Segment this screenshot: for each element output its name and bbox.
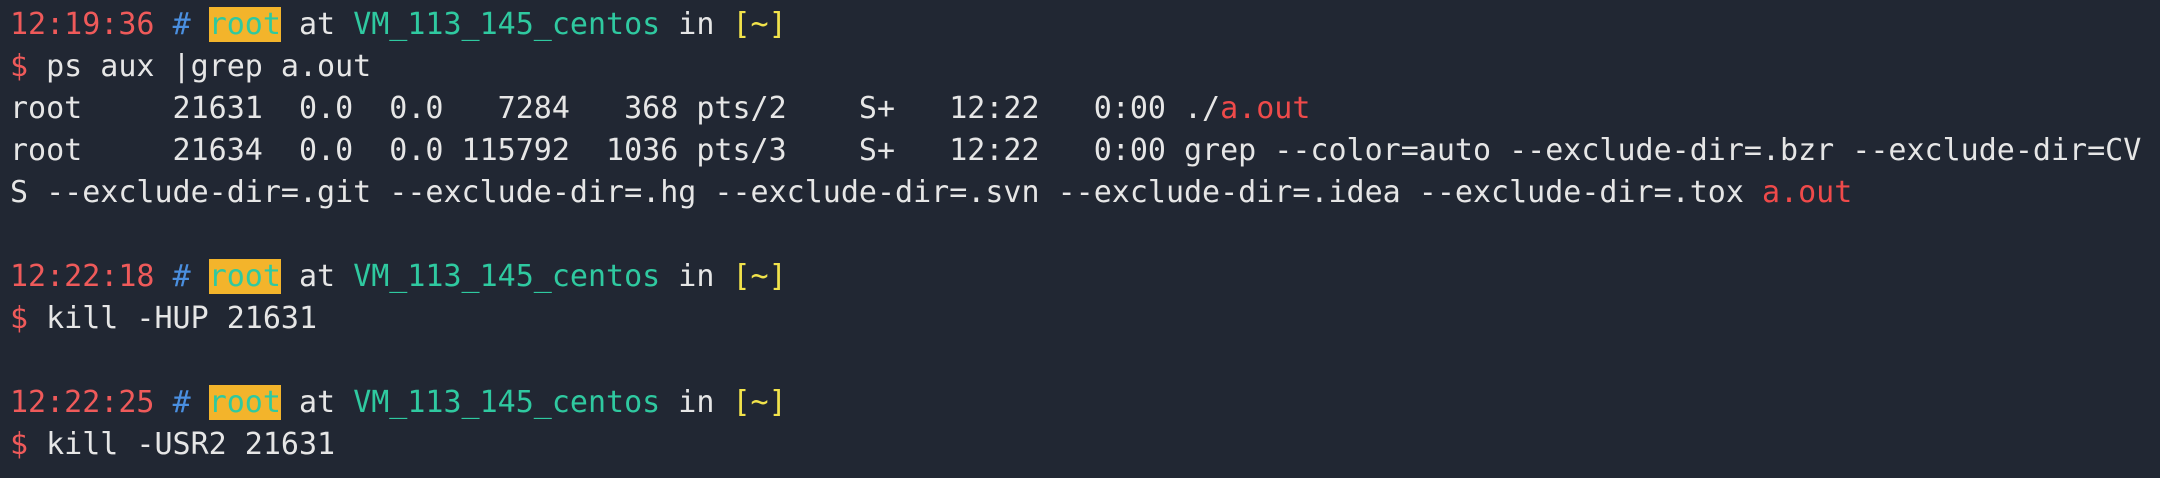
terminal-window[interactable]: 12:19:36 # root at VM_113_145_centos in …	[0, 0, 2160, 478]
grep-match: a.out	[1220, 91, 1311, 126]
prompt-at: at	[299, 385, 336, 420]
prompt-hash: #	[172, 385, 191, 420]
command-text: kill -HUP 21631	[46, 301, 318, 336]
prompt-time: 12:22:18	[10, 259, 155, 294]
prompt-dollar: $	[10, 301, 29, 336]
command-line: $ ps aux |grep a.out	[10, 46, 2160, 88]
prompt-hash: #	[172, 7, 191, 42]
prompt-time: 12:19:36	[10, 7, 155, 42]
command-text: kill -USR2 21631	[46, 427, 336, 462]
command-line: $ kill -USR2 21631	[10, 424, 2160, 466]
prompt-at: at	[299, 7, 336, 42]
prompt-time: 12:22:25	[10, 385, 155, 420]
prompt-at: at	[299, 259, 336, 294]
prompt-hash: #	[172, 259, 191, 294]
prompt-host: VM_113_145_centos	[353, 7, 661, 42]
prompt-dir: [~]	[732, 7, 787, 42]
grep-match: a.out	[1761, 175, 1853, 210]
prompt-user: root	[208, 7, 281, 42]
prompt-line: 12:22:18 # root at VM_113_145_centos in …	[10, 256, 2160, 298]
prompt-host: VM_113_145_centos	[353, 259, 661, 294]
prompt-dir: [~]	[732, 385, 787, 420]
prompt-in: in	[678, 7, 715, 42]
output-line: root 21634 0.0 0.0 115792 1036 pts/3 S+ …	[10, 130, 2160, 172]
prompt-line: 12:19:36 # root at VM_113_145_centos in …	[10, 4, 2160, 46]
prompt-dir: [~]	[732, 259, 787, 294]
prompt-user: root	[208, 259, 281, 294]
prompt-user: root	[208, 385, 281, 420]
prompt-dollar: $	[10, 427, 29, 462]
prompt-line: 12:22:25 # root at VM_113_145_centos in …	[10, 382, 2160, 424]
prompt-in: in	[678, 385, 715, 420]
prompt-host: VM_113_145_centos	[353, 385, 661, 420]
output-text: S --exclude-dir=.git --exclude-dir=.hg -…	[10, 175, 1762, 210]
command-text: ps aux |grep a.out	[46, 49, 372, 84]
output-text: root 21631 0.0 0.0 7284 368 pts/2 S+ 12:…	[10, 91, 1221, 126]
prompt-dollar: $	[10, 49, 29, 84]
output-line: root 21631 0.0 0.0 7284 368 pts/2 S+ 12:…	[10, 88, 2160, 130]
prompt-in: in	[678, 259, 715, 294]
output-line: S --exclude-dir=.git --exclude-dir=.hg -…	[10, 172, 2160, 214]
command-line: $ kill -HUP 21631	[10, 298, 2160, 340]
output-text: root 21634 0.0 0.0 115792 1036 pts/3 S+ …	[10, 133, 2142, 168]
